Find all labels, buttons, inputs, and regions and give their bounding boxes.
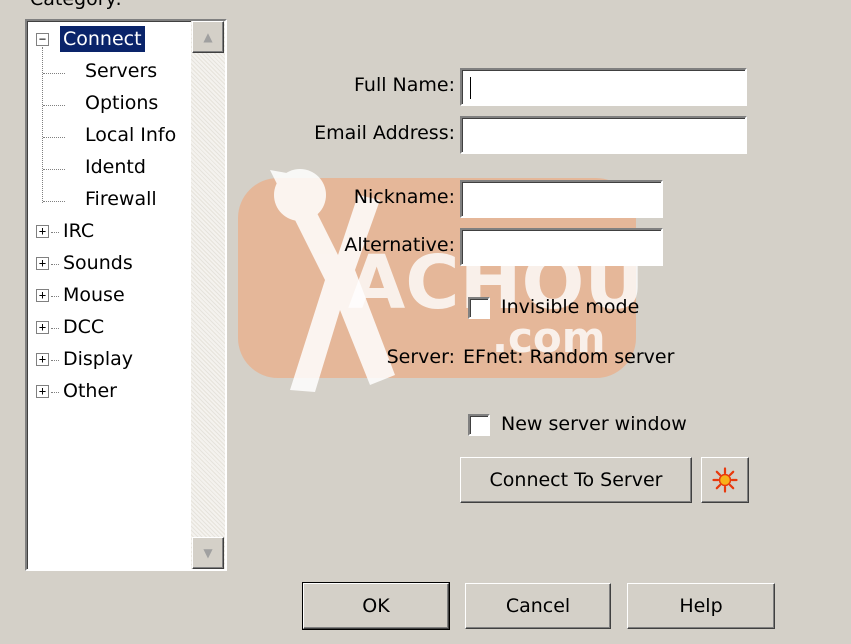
ok-button[interactable]: OK (302, 582, 450, 630)
tree-line (51, 328, 59, 329)
category-label: Category: (30, 0, 122, 10)
connect-to-server-button[interactable]: Connect To Server (460, 457, 692, 503)
nickname-input[interactable] (460, 180, 663, 218)
tree-line (51, 360, 59, 361)
tree-item-mouse[interactable]: Mouse (60, 282, 128, 308)
category-tree[interactable]: ▲ ▼ − Connect Servers Options Local Info… (25, 19, 227, 571)
sun-icon (712, 467, 738, 493)
tree-item-display[interactable]: Display (60, 346, 136, 372)
nickname-label: Nickname: (353, 186, 455, 208)
server-value: EFnet: Random server (463, 346, 675, 368)
server-label: Server: (386, 346, 455, 368)
email-input[interactable] (460, 116, 747, 154)
tree-scrollbar[interactable]: ▲ ▼ (191, 21, 225, 569)
tree-line (51, 392, 59, 393)
alternative-label: Alternative: (344, 234, 455, 256)
server-options-button[interactable] (701, 457, 749, 503)
tree-item-local-info[interactable]: Local Info (82, 122, 179, 148)
tree-item-options[interactable]: Options (82, 90, 161, 116)
full-name-label: Full Name: (354, 74, 455, 96)
tree-line (51, 296, 59, 297)
tree-line (51, 264, 59, 265)
tree-line (43, 137, 65, 138)
tree-item-sounds[interactable]: Sounds (60, 250, 136, 276)
new-server-window-label[interactable]: New server window (501, 413, 687, 435)
invisible-mode-checkbox[interactable] (468, 297, 490, 319)
tree-item-dcc[interactable]: DCC (60, 314, 107, 340)
help-button[interactable]: Help (627, 583, 775, 629)
expand-icon[interactable]: + (36, 257, 49, 270)
collapse-icon[interactable]: − (36, 33, 49, 46)
invisible-mode-label[interactable]: Invisible mode (501, 296, 639, 318)
expand-icon[interactable]: + (36, 385, 49, 398)
tree-item-other[interactable]: Other (60, 378, 120, 404)
new-server-window-checkbox[interactable] (468, 414, 490, 436)
alternative-input[interactable] (460, 228, 663, 266)
expand-icon[interactable]: + (36, 289, 49, 302)
tree-line (42, 47, 43, 203)
scroll-up-button[interactable]: ▲ (192, 21, 224, 53)
expand-icon[interactable]: + (36, 353, 49, 366)
expand-icon[interactable]: + (36, 321, 49, 334)
text-caret (470, 76, 471, 99)
tree-item-connect[interactable]: Connect (60, 26, 145, 52)
cancel-button[interactable]: Cancel (465, 583, 611, 629)
tree-line (43, 73, 65, 74)
tree-item-servers[interactable]: Servers (82, 58, 160, 84)
expand-icon[interactable]: + (36, 225, 49, 238)
tree-line (43, 169, 65, 170)
tree-line (43, 201, 65, 202)
tree-line (51, 232, 59, 233)
tree-item-irc[interactable]: IRC (60, 218, 97, 244)
scroll-down-button[interactable]: ▼ (192, 537, 224, 569)
full-name-input[interactable] (460, 68, 747, 106)
tree-line (43, 105, 65, 106)
tree-item-identd[interactable]: Identd (82, 154, 149, 180)
email-label: Email Address: (314, 122, 455, 144)
tree-item-firewall[interactable]: Firewall (82, 186, 160, 212)
